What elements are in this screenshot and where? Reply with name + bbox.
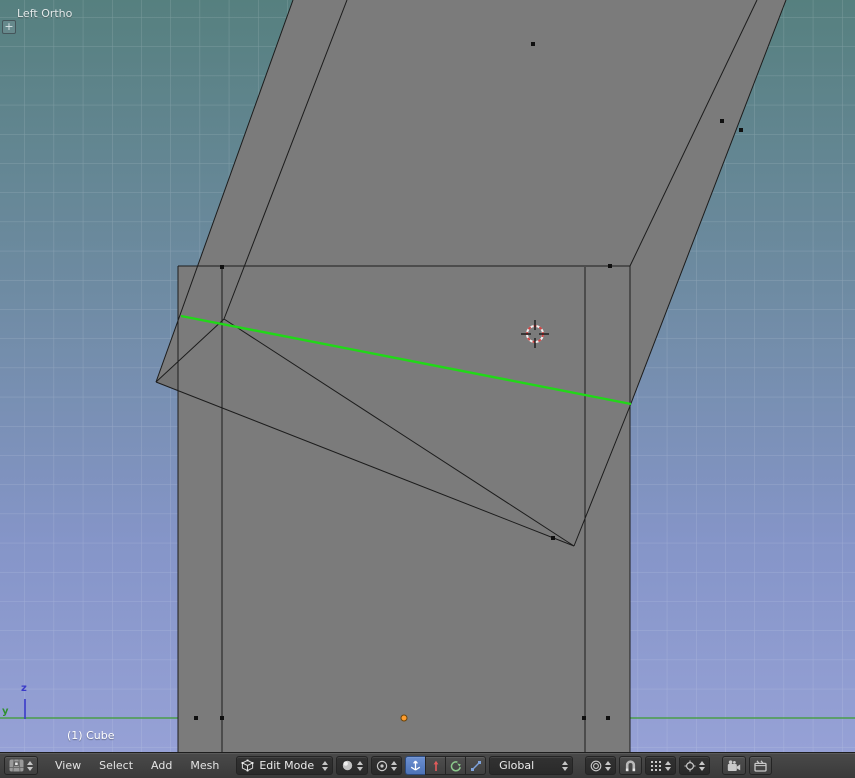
snap-increment-grid-icon [650, 760, 662, 772]
manipulator-rotate-button[interactable] [445, 756, 467, 775]
mesh-vertex[interactable] [739, 128, 743, 132]
dropdown-arrows-icon [562, 760, 569, 771]
menu-add[interactable]: Add [142, 754, 181, 778]
editor-3dview-icon [9, 759, 24, 772]
proportional-edit-selector[interactable] [585, 756, 617, 775]
menu-view[interactable]: View [46, 754, 90, 778]
mesh-vertex[interactable] [220, 265, 224, 269]
mesh-vertex[interactable] [551, 536, 555, 540]
mesh-vertex[interactable] [720, 119, 724, 123]
magnet-icon [624, 759, 637, 772]
manipulator-axes-icon [409, 759, 422, 772]
viewport-area[interactable]: Left Ortho (1) Cube z y + [0, 0, 855, 752]
manipulator-scale-button[interactable] [465, 756, 487, 775]
manipulator-widget-toggle[interactable] [405, 756, 427, 775]
mesh-vertex[interactable] [606, 716, 610, 720]
mode-selector-value: Edit Mode [259, 759, 315, 772]
opengl-render-animation-button[interactable] [749, 756, 773, 775]
dropdown-arrows-icon [391, 760, 398, 771]
mesh-vertex[interactable] [608, 264, 612, 268]
menu-mesh[interactable]: Mesh [181, 754, 228, 778]
edit-mode-cube-icon [241, 759, 254, 772]
snap-target-selector[interactable] [679, 756, 711, 775]
opengl-render-button[interactable] [722, 756, 747, 775]
header-menubar: View Select Add Mesh [46, 754, 228, 778]
dropdown-arrows-icon [699, 760, 706, 771]
proportional-edit-icon [590, 760, 602, 772]
snap-target-icon [684, 760, 696, 772]
manipulator-translate-button[interactable] [425, 756, 447, 775]
mesh-vertex[interactable] [220, 716, 224, 720]
scale-icon [470, 760, 482, 772]
editor-type-selector[interactable] [4, 756, 38, 775]
film-clapper-icon [754, 759, 767, 772]
shading-sphere-icon [341, 759, 354, 772]
dropdown-arrows-icon [357, 760, 364, 771]
camera-icon [727, 759, 741, 772]
mesh-box-face[interactable] [178, 266, 630, 752]
mode-selector[interactable]: Edit Mode [236, 756, 334, 775]
dropdown-arrows-icon [27, 760, 33, 771]
rotate-arc-icon [450, 760, 462, 772]
dropdown-arrows-icon [322, 760, 329, 771]
viewport-canvas[interactable] [0, 0, 855, 752]
orientation-value: Global [499, 759, 535, 772]
mesh-vertex[interactable] [582, 716, 586, 720]
viewport-header: View Select Add Mesh Edit Mode Global [0, 752, 855, 778]
toolshelf-expand-button[interactable]: + [2, 20, 16, 34]
manipulator-toggle-group [405, 756, 487, 775]
snap-element-selector[interactable] [645, 756, 677, 775]
viewport-shading-selector[interactable] [336, 756, 369, 775]
snap-toggle-button[interactable] [619, 756, 643, 775]
plus-icon: + [4, 20, 14, 33]
mesh-vertex[interactable] [194, 716, 198, 720]
translate-arrow-icon [430, 760, 442, 772]
dropdown-arrows-icon [605, 760, 612, 771]
menu-select[interactable]: Select [90, 754, 142, 778]
blender-window: Left Ortho (1) Cube z y + View Select Ad… [0, 0, 855, 778]
dropdown-arrows-icon [665, 760, 672, 771]
mesh-vertex[interactable] [531, 42, 535, 46]
object-origin-dot [400, 714, 408, 722]
pivot-point-selector[interactable] [371, 756, 403, 775]
pivot-point-icon [376, 760, 388, 772]
transform-orientation-selector[interactable]: Global [489, 756, 574, 775]
